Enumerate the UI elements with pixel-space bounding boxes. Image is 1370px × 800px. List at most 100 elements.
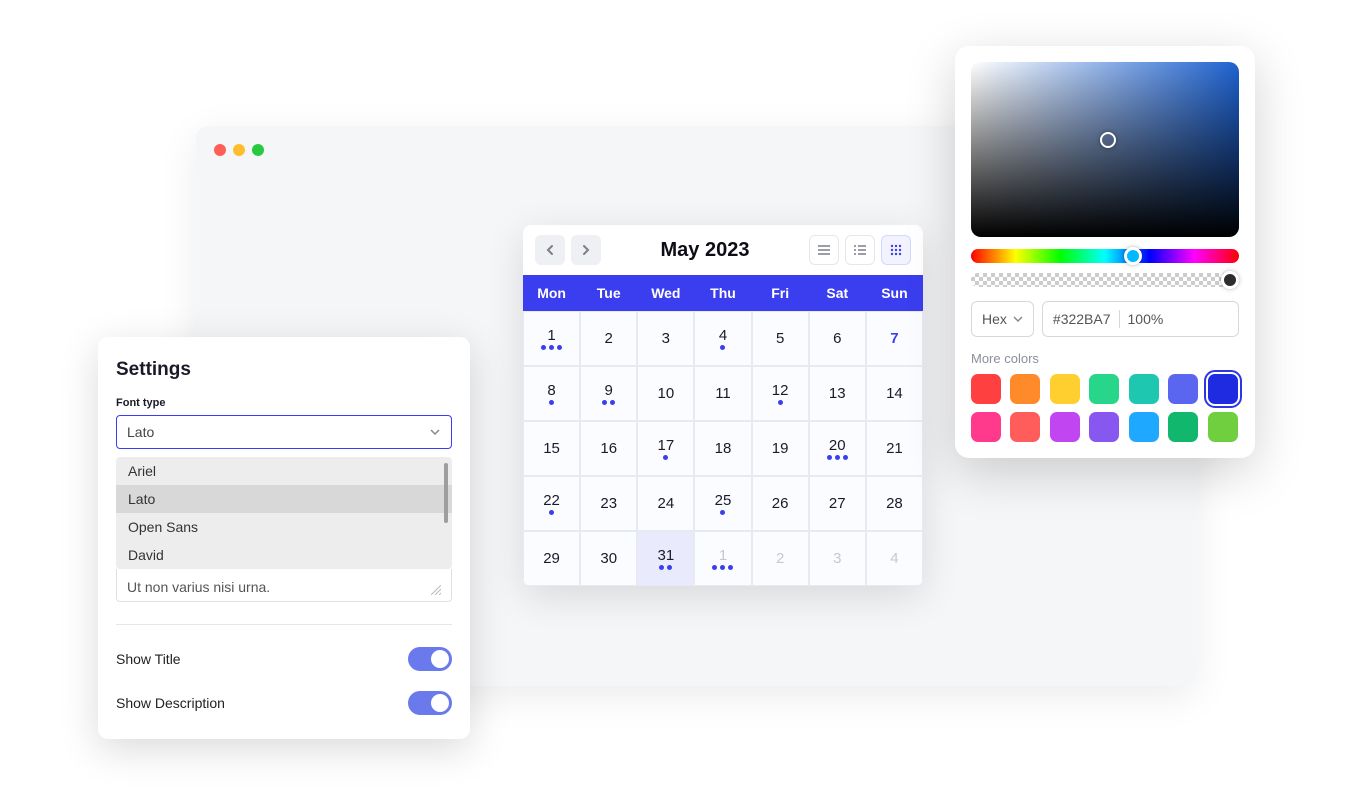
color-swatch[interactable] — [1089, 412, 1119, 442]
minimize-window-button[interactable] — [233, 144, 245, 156]
show-title-row: Show Title — [116, 637, 452, 681]
color-swatch[interactable] — [1168, 374, 1198, 404]
calendar-day-name: Mon — [523, 275, 580, 311]
calendar-day-cell[interactable]: 24 — [637, 476, 694, 531]
calendar-day-cell[interactable]: 31 — [637, 531, 694, 586]
hue-slider[interactable] — [971, 249, 1239, 263]
event-dots — [659, 565, 672, 570]
hue-cursor[interactable] — [1124, 247, 1142, 265]
calendar-day-cell[interactable]: 11 — [694, 366, 751, 421]
font-option[interactable]: Open Sans — [116, 513, 452, 541]
font-option[interactable]: Lato — [116, 485, 452, 513]
calendar-day-cell[interactable]: 6 — [809, 311, 866, 366]
calendar-day-cell[interactable]: 1 — [523, 311, 580, 366]
event-dots — [663, 455, 668, 460]
calendar-day-cell[interactable]: 14 — [866, 366, 923, 421]
calendar-day-cell[interactable]: 23 — [580, 476, 637, 531]
calendar-day-cell[interactable]: 16 — [580, 421, 637, 476]
color-swatch[interactable] — [971, 412, 1001, 442]
calendar-day-cell[interactable]: 7 — [866, 311, 923, 366]
alpha-cursor[interactable] — [1221, 271, 1239, 289]
event-dots — [720, 345, 725, 350]
calendar-day-cell[interactable]: 5 — [752, 311, 809, 366]
event-dot — [610, 400, 615, 405]
calendar-day-cell[interactable]: 4 — [866, 531, 923, 586]
view-list-button[interactable] — [809, 235, 839, 265]
calendar-day-cell[interactable]: 25 — [694, 476, 751, 531]
calendar-day-number: 13 — [829, 385, 846, 402]
color-swatch[interactable] — [971, 374, 1001, 404]
maximize-window-button[interactable] — [252, 144, 264, 156]
calendar-day-cell[interactable]: 8 — [523, 366, 580, 421]
calendar-day-cell[interactable]: 18 — [694, 421, 751, 476]
color-cursor[interactable] — [1100, 132, 1116, 148]
close-window-button[interactable] — [214, 144, 226, 156]
calendar-day-cell[interactable]: 4 — [694, 311, 751, 366]
color-swatch[interactable] — [1208, 412, 1238, 442]
calendar-day-cell[interactable]: 27 — [809, 476, 866, 531]
event-dot — [835, 455, 840, 460]
calendar-day-cell[interactable]: 21 — [866, 421, 923, 476]
color-saturation-canvas[interactable] — [971, 62, 1239, 237]
calendar-day-cell[interactable]: 1 — [694, 531, 751, 586]
calendar-day-cell[interactable]: 19 — [752, 421, 809, 476]
color-swatch[interactable] — [1089, 374, 1119, 404]
calendar-day-cell[interactable]: 2 — [752, 531, 809, 586]
event-dot — [602, 400, 607, 405]
calendar-day-cell[interactable]: 17 — [637, 421, 694, 476]
calendar-day-number: 3 — [833, 550, 841, 567]
show-description-toggle[interactable] — [408, 691, 452, 715]
color-picker-panel: Hex #322BA7 100% More colors — [955, 46, 1255, 458]
dropdown-scrollbar[interactable] — [444, 463, 448, 523]
show-title-toggle[interactable] — [408, 647, 452, 671]
calendar-grid: 1234567891011121314151617181920212223242… — [523, 311, 923, 586]
calendar-day-cell[interactable]: 26 — [752, 476, 809, 531]
color-swatch[interactable] — [1208, 374, 1238, 404]
calendar-day-cell[interactable]: 22 — [523, 476, 580, 531]
calendar-day-cell[interactable]: 29 — [523, 531, 580, 586]
calendar-day-cell[interactable]: 10 — [637, 366, 694, 421]
calendar-day-number: 21 — [886, 440, 903, 457]
color-swatch[interactable] — [1010, 374, 1040, 404]
calendar-day-cell[interactable]: 12 — [752, 366, 809, 421]
calendar-day-cell[interactable]: 15 — [523, 421, 580, 476]
calendar-day-cell[interactable]: 9 — [580, 366, 637, 421]
alpha-slider[interactable] — [971, 273, 1239, 287]
color-swatch[interactable] — [1129, 412, 1159, 442]
event-dot — [720, 510, 725, 515]
color-swatch[interactable] — [1129, 374, 1159, 404]
calendar-day-cell[interactable]: 2 — [580, 311, 637, 366]
color-swatch[interactable] — [1010, 412, 1040, 442]
color-swatch[interactable] — [1050, 374, 1080, 404]
color-swatch[interactable] — [1168, 412, 1198, 442]
calendar-day-cell[interactable]: 28 — [866, 476, 923, 531]
toggle-thumb — [431, 650, 449, 668]
hex-input[interactable]: #322BA7 100% — [1042, 301, 1239, 337]
calendar-day-number: 8 — [547, 382, 555, 399]
calendar-day-cell[interactable]: 30 — [580, 531, 637, 586]
view-detail-button[interactable] — [845, 235, 875, 265]
description-textarea[interactable]: Ut non varius nisi urna. — [116, 569, 452, 602]
view-grid-button[interactable] — [881, 235, 911, 265]
calendar-day-cell[interactable]: 13 — [809, 366, 866, 421]
calendar-day-number: 3 — [662, 330, 670, 347]
calendar-day-number: 4 — [719, 327, 727, 344]
color-swatch[interactable] — [1050, 412, 1080, 442]
color-format-select[interactable]: Hex — [971, 301, 1034, 337]
prev-month-button[interactable] — [535, 235, 565, 265]
font-type-select[interactable]: Lato — [116, 415, 452, 449]
font-option[interactable]: Ariel — [116, 457, 452, 485]
calendar-day-cell[interactable]: 20 — [809, 421, 866, 476]
resize-handle-icon[interactable] — [431, 585, 441, 595]
event-dot — [549, 400, 554, 405]
calendar-day-cell[interactable]: 3 — [809, 531, 866, 586]
calendar-day-cell[interactable]: 3 — [637, 311, 694, 366]
font-option[interactable]: David — [116, 541, 452, 569]
event-dots — [549, 510, 554, 515]
calendar-header: May 2023 — [523, 225, 923, 275]
next-month-button[interactable] — [571, 235, 601, 265]
calendar-day-number: 18 — [715, 440, 732, 457]
event-dot — [663, 455, 668, 460]
calendar-day-number: 25 — [715, 492, 732, 509]
toggle-thumb — [431, 694, 449, 712]
